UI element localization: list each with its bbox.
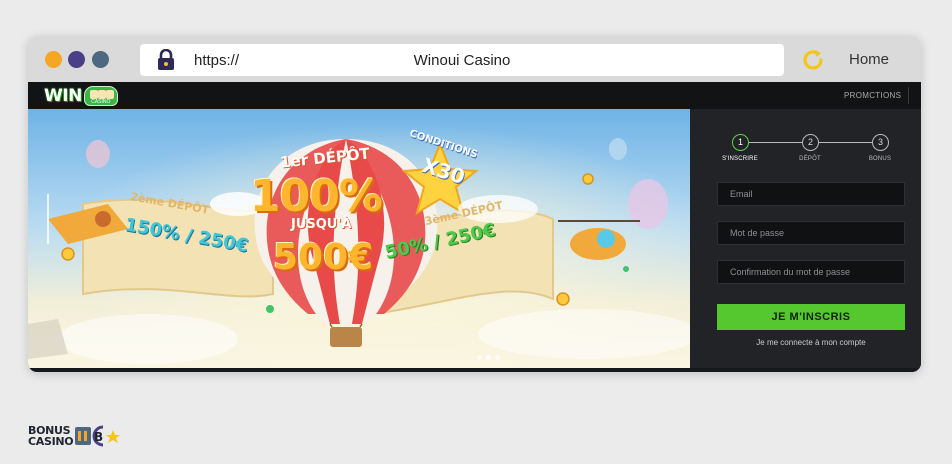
- signup-button[interactable]: JE M'INSCRIS: [717, 304, 905, 330]
- first-deposit-percent: 100%: [250, 171, 383, 222]
- website-viewport: WIN CASINO PROMCTIONS 1er DÉPÔT 100% JUS…: [28, 82, 921, 372]
- window-minimize-dot[interactable]: [68, 51, 85, 68]
- window-close-dot[interactable]: [45, 51, 62, 68]
- password-field[interactable]: [717, 221, 905, 245]
- bonus-casino-watermark: BONUS CASINO B: [28, 422, 121, 450]
- browser-window: https:// Winoui Casino Home WIN CASINO P…: [28, 36, 921, 372]
- step-connector: [819, 142, 872, 143]
- watermark-line-2: CASINO: [28, 435, 74, 448]
- step-3-label: BONUS: [868, 156, 892, 162]
- slot-reels-icon: CASINO: [83, 85, 118, 106]
- signup-steps: 1 2 3 S'INSCRIRE DÉPÔT BONUS: [722, 134, 892, 174]
- carousel-dot[interactable]: [477, 355, 482, 360]
- up-to-label: JUSQU'À: [291, 217, 352, 232]
- logo-text: WIN: [44, 85, 82, 106]
- window-maximize-dot[interactable]: [92, 51, 109, 68]
- first-deposit-amount: 500€: [273, 237, 374, 278]
- watermark-logo-icon: B: [75, 425, 121, 447]
- carousel-dot-active[interactable]: [486, 355, 491, 360]
- address-bar[interactable]: https:// Winoui Casino: [140, 44, 784, 76]
- login-link[interactable]: Je me connecte à mon compte: [717, 338, 905, 347]
- browser-toolbar: https:// Winoui Casino Home: [28, 36, 921, 82]
- page-title: Winoui Casino: [413, 52, 511, 69]
- step-connector: [749, 142, 802, 143]
- site-logo[interactable]: WIN CASINO: [44, 84, 118, 107]
- carousel-dot[interactable]: [495, 355, 500, 360]
- carousel-dots: [477, 355, 500, 360]
- reload-icon[interactable]: [800, 47, 826, 73]
- step-1-circle: 1: [732, 134, 749, 151]
- promo-banner[interactable]: 1er DÉPÔT 100% JUSQU'À 500€ CONDITIONS X…: [28, 109, 690, 368]
- step-1-label: S'INSCRIRE: [722, 156, 758, 162]
- nav-promotions[interactable]: PROMCTIONS: [844, 91, 901, 100]
- confirm-password-field[interactable]: [717, 260, 905, 284]
- step-2-label: DÉPÔT: [799, 156, 821, 162]
- email-field[interactable]: [717, 182, 905, 206]
- signup-panel: 1 2 3 S'INSCRIRE DÉPÔT BONUS JE M'INSCRI…: [690, 109, 921, 368]
- site-header: WIN CASINO PROMCTIONS: [28, 82, 921, 109]
- watermark-text: BONUS CASINO: [28, 425, 74, 448]
- home-link[interactable]: Home: [849, 51, 889, 68]
- logo-subtext: CASINO: [91, 98, 111, 105]
- svg-text:B: B: [94, 430, 103, 444]
- step-2-circle: 2: [802, 134, 819, 151]
- step-3-circle: 3: [872, 134, 889, 151]
- nav-divider: [908, 87, 909, 104]
